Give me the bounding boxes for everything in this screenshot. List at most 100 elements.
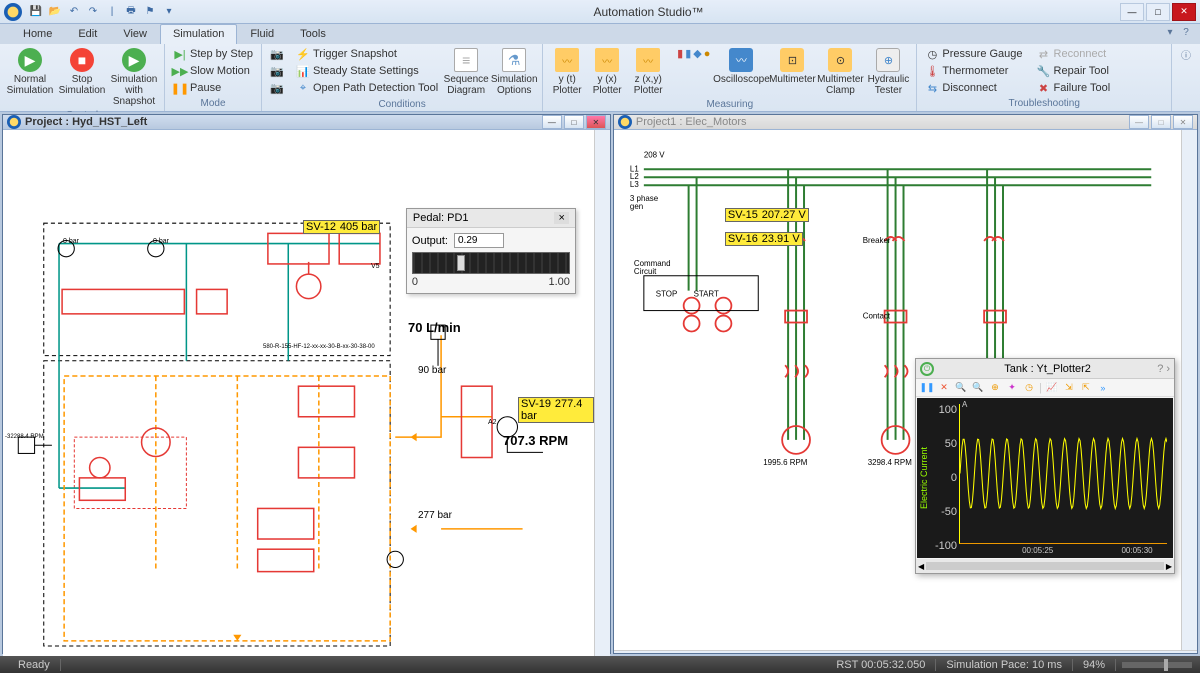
scroll-left-icon[interactable]: ◀ bbox=[918, 562, 924, 571]
app-icon bbox=[4, 3, 22, 21]
pressure-gauge-button[interactable]: ◷Pressure Gauge bbox=[923, 46, 1024, 62]
zoom-icon[interactable]: 🔍 bbox=[971, 381, 985, 395]
maximize-button[interactable]: □ bbox=[1146, 3, 1170, 21]
slow-motion-button[interactable]: ▶▶Slow Motion bbox=[171, 63, 255, 79]
multimeter-button[interactable]: ⊡Multimeter bbox=[770, 46, 814, 87]
clamp-icon: ⊙ bbox=[828, 48, 852, 72]
plotter-next-icon[interactable]: › bbox=[1166, 363, 1170, 375]
failure-tool-button[interactable]: ✖Failure Tool bbox=[1035, 80, 1113, 96]
snapshot-tool-2[interactable]: 📷 bbox=[268, 63, 286, 79]
qat-open-icon[interactable]: 📂 bbox=[47, 4, 63, 20]
scrollbar-vertical[interactable] bbox=[594, 130, 610, 663]
tab-fluid[interactable]: Fluid bbox=[237, 24, 287, 44]
window-controls: — □ ✕ bbox=[1120, 3, 1196, 21]
plotter-help-icon[interactable]: ? bbox=[1157, 363, 1163, 375]
chart-icon[interactable]: 📈 bbox=[1045, 381, 1059, 395]
scrollbar-horizontal[interactable] bbox=[614, 650, 1197, 653]
hydraulic-schematic-canvas[interactable]: 70 L/min 90 bar 707.3 RPM 277 bar SV-12 … bbox=[3, 130, 594, 663]
doc-minimize-button[interactable]: — bbox=[542, 115, 562, 129]
doc-minimize-button[interactable]: — bbox=[1129, 115, 1149, 129]
sequence-diagram-button[interactable]: ≡ Sequence Diagram bbox=[444, 46, 488, 98]
svg-text:Contact: Contact bbox=[863, 312, 891, 321]
quick-access-toolbar: 💾 📂 ↶ ↷ | 🖶 ⚑ ▾ bbox=[28, 4, 177, 20]
document-electrical: Project1 : Elec_Motors — □ ✕ bbox=[613, 114, 1198, 654]
repair-tool-button[interactable]: 🔧Repair Tool bbox=[1035, 63, 1113, 79]
qat-flag-icon[interactable]: ⚑ bbox=[142, 4, 158, 20]
tab-simulation[interactable]: Simulation bbox=[160, 24, 237, 44]
doc-titlebar-left[interactable]: Project : Hyd_HST_Left — □ ✕ bbox=[3, 115, 610, 130]
step-by-step-button[interactable]: ▶|Step by Step bbox=[171, 46, 255, 62]
export-icon[interactable]: ⇲ bbox=[1062, 381, 1076, 395]
scrollbar-vertical[interactable] bbox=[1181, 130, 1197, 650]
yt-icon: 〰 bbox=[555, 48, 579, 72]
qat-print-icon[interactable]: 🖶 bbox=[123, 4, 139, 20]
power-icon[interactable]: ⏻ bbox=[920, 362, 934, 376]
pause-icon[interactable]: ❚❚ bbox=[920, 381, 934, 395]
disconnect-button[interactable]: ⇆Disconnect bbox=[923, 80, 1024, 96]
export-icon[interactable]: ⇱ bbox=[1079, 381, 1093, 395]
ribbon-help-icon[interactable]: ⓘ bbox=[1178, 46, 1194, 62]
minimize-button[interactable]: — bbox=[1120, 3, 1144, 21]
zoom-icon[interactable]: 🔍 bbox=[954, 381, 968, 395]
open-path-detection-button[interactable]: ⌖Open Path Detection Tool bbox=[294, 80, 440, 96]
snapshot-tool-1[interactable]: 📷 bbox=[268, 46, 286, 62]
doc-close-button[interactable]: ✕ bbox=[586, 115, 606, 129]
oscilloscope-button[interactable]: 〰Oscilloscope bbox=[716, 46, 766, 87]
plotter-scrollbar[interactable]: ◀ ▶ bbox=[916, 559, 1174, 573]
target-icon[interactable]: ⊕ bbox=[988, 381, 1002, 395]
zoom-slider[interactable] bbox=[1122, 662, 1192, 668]
snapshot-tool-3[interactable]: 📷 bbox=[268, 80, 286, 96]
thermometer-button[interactable]: 🌡Thermometer bbox=[923, 63, 1024, 79]
electrical-schematic-canvas[interactable]: 208 V L1L2L3 3 phasegen Transformer Brea… bbox=[614, 130, 1181, 650]
pedal-value-input[interactable] bbox=[454, 233, 504, 248]
pedal-close-icon[interactable]: × bbox=[554, 212, 568, 224]
simulation-options-button[interactable]: ⚗ Simulation Options bbox=[492, 46, 536, 98]
pedal-title[interactable]: Pedal: PD1× bbox=[407, 209, 575, 228]
normal-simulation-button[interactable]: ▶ Normal Simulation bbox=[6, 46, 54, 98]
pause-button[interactable]: ❚❚Pause bbox=[171, 80, 255, 96]
lightning-icon: ⚡ bbox=[296, 47, 310, 61]
plotter-panel[interactable]: ⏻ Tank : Yt_Plotter2 ? › ❚❚ ✕ 🔍 🔍 ⊕ ✦ ◷ … bbox=[915, 358, 1175, 574]
star-icon[interactable]: ✦ bbox=[1005, 381, 1019, 395]
yt-plotter-button[interactable]: 〰y (t) Plotter bbox=[549, 46, 585, 98]
tab-edit[interactable]: Edit bbox=[65, 24, 110, 44]
qat-redo-icon[interactable]: ↷ bbox=[85, 4, 101, 20]
pedal-panel[interactable]: Pedal: PD1× Output: 01.00 bbox=[406, 208, 576, 294]
hydraulic-tester-button[interactable]: ⊕Hydraulic Tester bbox=[866, 46, 910, 98]
tab-view[interactable]: View bbox=[110, 24, 160, 44]
yx-plotter-button[interactable]: 〰y (x) Plotter bbox=[589, 46, 625, 98]
tag-sv19: SV-19 277.4 bar bbox=[518, 397, 594, 423]
chevron-icon[interactable]: » bbox=[1096, 381, 1110, 395]
tab-tools[interactable]: Tools bbox=[287, 24, 339, 44]
doc-close-button[interactable]: ✕ bbox=[1173, 115, 1193, 129]
camera-icon: 📷 bbox=[270, 81, 284, 95]
rpm-label: 707.3 RPM bbox=[503, 433, 568, 448]
steady-state-button[interactable]: 📊Steady State Settings bbox=[294, 63, 440, 79]
measuring-tool-icons[interactable]: ▮ ▮ ◆ ● bbox=[675, 46, 712, 61]
ribbon-collapse-icon[interactable]: ▾ bbox=[1162, 24, 1178, 40]
doc-maximize-button[interactable]: □ bbox=[1151, 115, 1171, 129]
tab-home[interactable]: Home bbox=[10, 24, 65, 44]
p1-label: 90 bar bbox=[418, 365, 446, 376]
qat-save-icon[interactable]: 💾 bbox=[28, 4, 44, 20]
pedal-slider-thumb[interactable] bbox=[457, 255, 465, 271]
multimeter-clamp-button[interactable]: ⊙Multimeter Clamp bbox=[818, 46, 862, 98]
clock-icon[interactable]: ◷ bbox=[1022, 381, 1036, 395]
qat-dropdown-icon[interactable]: ▾ bbox=[161, 4, 177, 20]
simulation-snapshot-button[interactable]: ▶ Simulation with Snapshot bbox=[110, 46, 158, 109]
help-icon[interactable]: ? bbox=[1178, 24, 1194, 40]
pedal-slider[interactable] bbox=[412, 252, 570, 274]
zxy-plotter-button[interactable]: 〰z (x,y) Plotter bbox=[629, 46, 667, 98]
failure-icon: ✖ bbox=[1037, 81, 1051, 95]
scroll-right-icon[interactable]: ▶ bbox=[1166, 562, 1172, 571]
stop-simulation-button[interactable]: ■ Stop Simulation bbox=[58, 46, 106, 98]
tool-icon: ● bbox=[704, 48, 711, 60]
doc-maximize-button[interactable]: □ bbox=[564, 115, 584, 129]
cross-icon[interactable]: ✕ bbox=[937, 381, 951, 395]
qat-undo-icon[interactable]: ↶ bbox=[66, 4, 82, 20]
plotter-title[interactable]: ⏻ Tank : Yt_Plotter2 ? › bbox=[916, 359, 1174, 379]
ribbon-group-troubleshooting: ◷Pressure Gauge 🌡Thermometer ⇆Disconnect… bbox=[917, 44, 1172, 111]
trigger-snapshot-button[interactable]: ⚡Trigger Snapshot bbox=[294, 46, 440, 62]
doc-titlebar-right[interactable]: Project1 : Elec_Motors — □ ✕ bbox=[614, 115, 1197, 130]
close-button[interactable]: ✕ bbox=[1172, 3, 1196, 21]
